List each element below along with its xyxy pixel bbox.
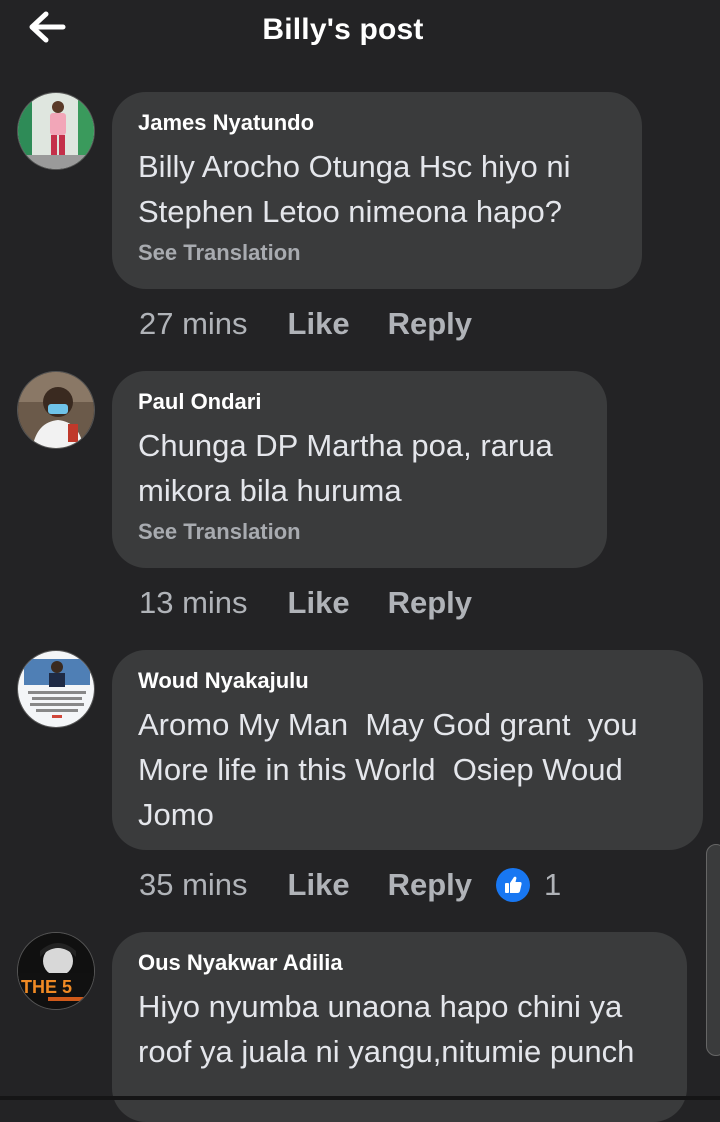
bottom-divider: [0, 1096, 720, 1100]
comment-author[interactable]: Woud Nyakajulu: [138, 668, 677, 694]
comment-time[interactable]: 27 mins: [139, 306, 248, 342]
comment-actions: 35 mins Like Reply 1: [139, 865, 561, 905]
comment-author[interactable]: Ous Nyakwar Adilia: [138, 950, 661, 976]
comment-bubble[interactable]: Woud Nyakajulu Aromo My Man May God gran…: [112, 650, 703, 850]
avatar-logo-text: THE 5: [21, 977, 72, 997]
comment-bubble[interactable]: James Nyatundo Billy Arocho Otunga Hsc h…: [112, 92, 642, 289]
page-title: Billy's post: [262, 13, 424, 46]
comment-time[interactable]: 13 mins: [139, 585, 248, 621]
avatar[interactable]: [17, 92, 95, 170]
comment-time[interactable]: 35 mins: [139, 867, 248, 903]
comment-bubble[interactable]: Paul Ondari Chunga DP Martha poa, rarua …: [112, 371, 607, 568]
reaction-count: 1: [544, 867, 562, 902]
like-button[interactable]: Like: [288, 585, 350, 621]
avatar[interactable]: THE 5: [17, 932, 95, 1010]
comment-actions: 27 mins Like Reply: [139, 304, 510, 344]
reply-button[interactable]: Reply: [388, 306, 472, 342]
comment-text: Chunga DP Martha poa, rarua mikora bila …: [138, 428, 553, 508]
comment-text: Aromo My Man May God grant you More life…: [138, 707, 655, 832]
comment-text: Hiyo nyumba unaona hapo chini ya roof ya…: [138, 989, 635, 1069]
thumbs-up-icon: [496, 868, 530, 902]
avatar[interactable]: [17, 650, 95, 728]
reactions-summary[interactable]: 1: [496, 867, 561, 903]
like-button[interactable]: Like: [288, 306, 350, 342]
comment-author[interactable]: Paul Ondari: [138, 389, 581, 415]
reply-button[interactable]: Reply: [388, 867, 472, 903]
see-translation-link[interactable]: See Translation: [138, 240, 616, 266]
scrollbar[interactable]: [706, 844, 720, 1056]
comment-text: Billy Arocho Otunga Hsc hiyo ni Stephen …: [138, 149, 571, 229]
like-button[interactable]: Like: [288, 867, 350, 903]
avatar[interactable]: [17, 371, 95, 449]
comment-bubble[interactable]: Ous Nyakwar Adilia Hiyo nyumba unaona ha…: [112, 932, 687, 1122]
top-bar: Billy's post: [0, 0, 720, 66]
comment-author[interactable]: James Nyatundo: [138, 110, 616, 136]
see-translation-link[interactable]: See Translation: [138, 519, 581, 545]
reply-button[interactable]: Reply: [388, 585, 472, 621]
comment-actions: 13 mins Like Reply: [139, 583, 510, 623]
